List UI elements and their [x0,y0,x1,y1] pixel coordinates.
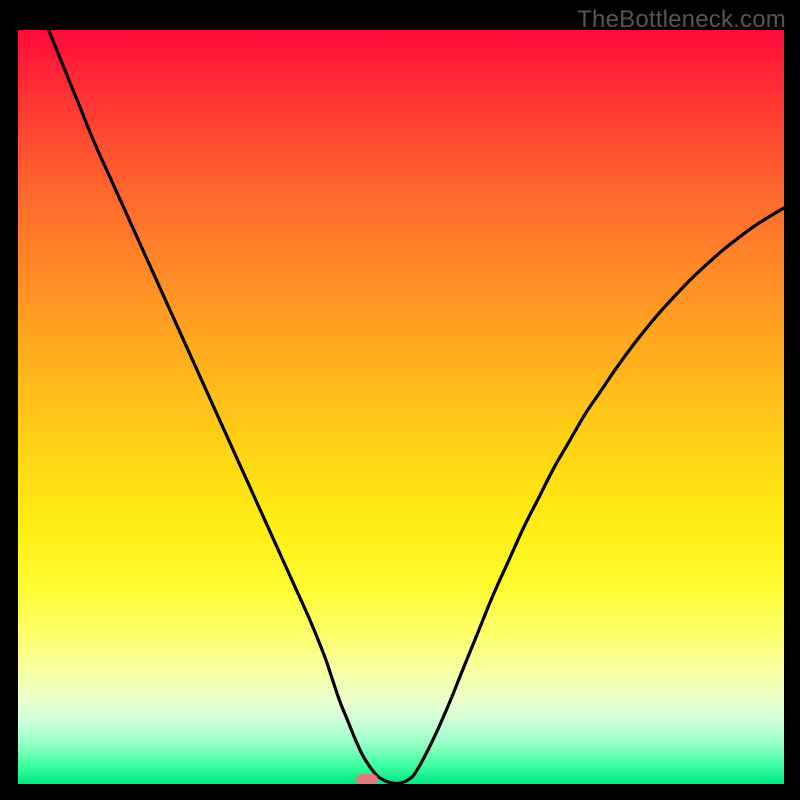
bottleneck-curve [18,30,784,784]
chart-frame: TheBottleneck.com [0,0,800,800]
plot-area [18,30,784,784]
watermark-text: TheBottleneck.com [577,6,786,34]
selected-point-marker [356,774,378,784]
